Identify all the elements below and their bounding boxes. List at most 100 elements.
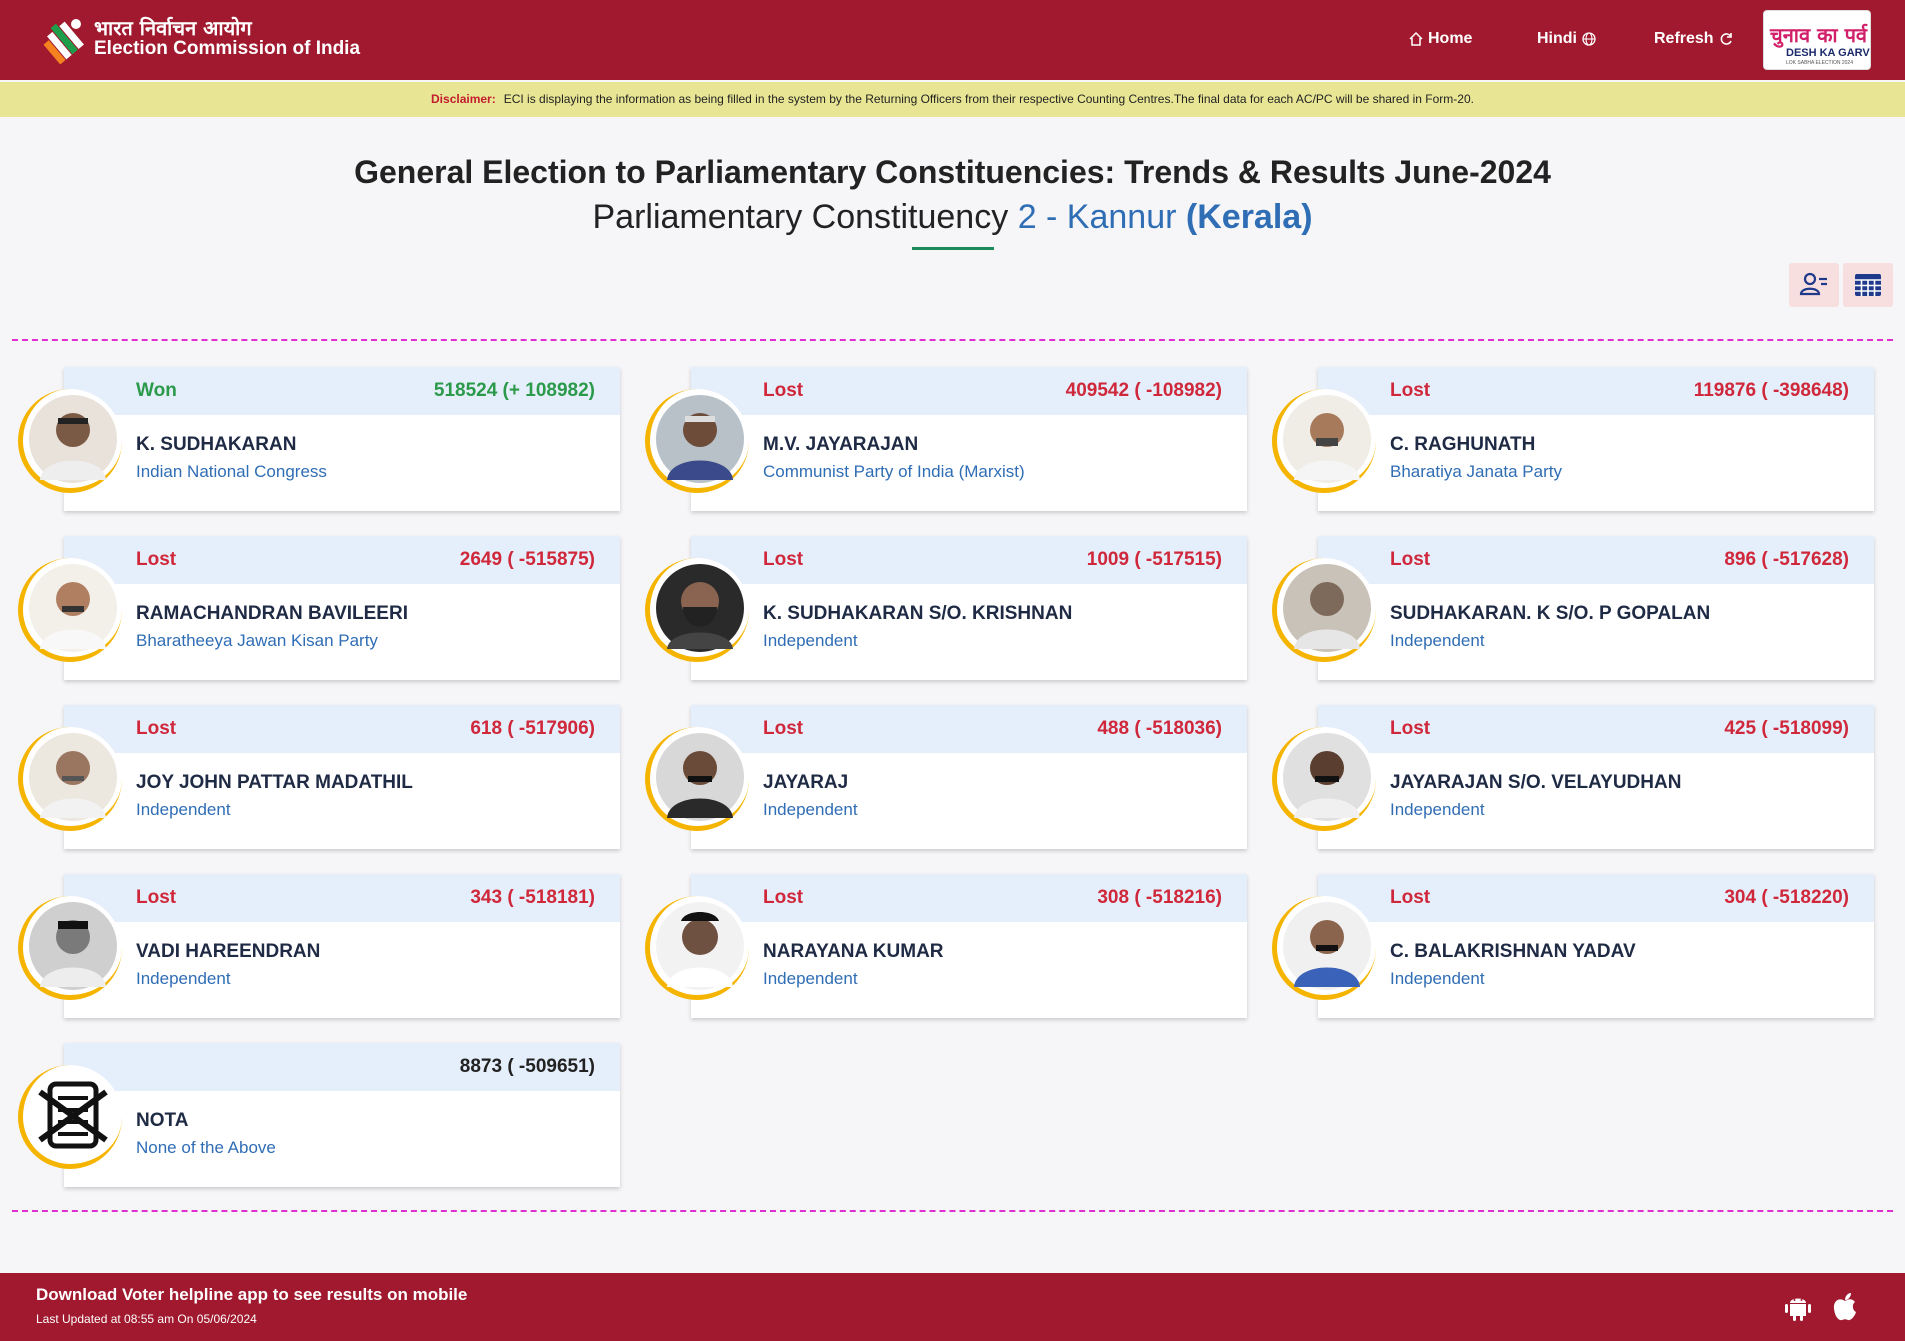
eci-logo-icon — [43, 19, 84, 64]
disclaimer-text: ECI is displaying the information as bei… — [503, 92, 1474, 106]
person-icon — [655, 394, 744, 483]
constituency-name: 2 - Kannur — [1017, 198, 1177, 236]
result-status: Lost — [136, 549, 177, 570]
candidate-photo — [18, 389, 122, 493]
vote-count: 618 ( -517906) — [470, 718, 595, 739]
candidate-photo — [645, 389, 749, 493]
person-icon — [28, 901, 117, 990]
download-app-text: Download Voter helpline app to see resul… — [36, 1285, 468, 1304]
candidate-photo — [1272, 896, 1376, 1000]
person-icon — [655, 901, 744, 990]
party-name: Communist Party of India (Marxist) — [763, 462, 1025, 481]
result-status: Lost — [136, 718, 177, 739]
candidate-name: JAYARAJAN S/O. VELAYUDHAN — [1390, 772, 1682, 793]
person-icon — [1282, 732, 1371, 821]
party-name: Independent — [1390, 969, 1485, 988]
candidate-card[interactable]: Lost 308 ( -518216) NARAYANA KUMAR Indep… — [645, 874, 1247, 1018]
brand-hindi: भारत निर्वाचन आयोग — [94, 16, 252, 40]
candidate-name: C. RAGHUNATH — [1390, 434, 1536, 455]
nav-refresh-label: Refresh — [1654, 30, 1714, 47]
party-name: Independent — [763, 800, 858, 819]
candidate-card[interactable]: Lost 1009 ( -517515) K. SUDHAKARAN S/O. … — [645, 536, 1247, 680]
person-icon — [1282, 394, 1371, 483]
vote-count: 304 ( -518220) — [1724, 887, 1849, 908]
constituency-title: Parliamentary Constituency 2 - Kannur (K… — [0, 198, 1905, 237]
badge-english-text: DESH KA GARV — [1786, 47, 1870, 59]
party-name: Independent — [136, 800, 231, 819]
party-name: Independent — [763, 631, 858, 650]
title-underline — [912, 247, 994, 250]
nav-hindi-link[interactable]: Hindi — [1537, 30, 1597, 48]
refresh-icon — [1720, 33, 1732, 45]
nav-home-link[interactable]: Home — [1408, 30, 1472, 48]
vote-count: 425 ( -518099) — [1724, 718, 1849, 739]
apple-icon[interactable] — [1829, 1291, 1861, 1323]
vote-count: 488 ( -518036) — [1097, 718, 1222, 739]
candidate-photo — [1272, 558, 1376, 662]
candidate-name: NARAYANA KUMAR — [763, 941, 944, 962]
candidate-card[interactable]: Lost 488 ( -518036) JAYARAJ Independent — [645, 705, 1247, 849]
badge-sub-text: LOK SABHA ELECTION 2024 — [1786, 60, 1853, 66]
party-name: Independent — [763, 969, 858, 988]
person-icon — [1282, 563, 1371, 652]
result-status: Lost — [763, 549, 804, 570]
state-name: (Kerala) — [1185, 198, 1313, 236]
nota-card[interactable]: 8873 ( -509651) NOTA None of the Above — [18, 1043, 620, 1187]
candidate-name: JAYARAJ — [763, 772, 849, 793]
nota-cross-icon — [28, 1070, 117, 1159]
candidate-card[interactable]: Lost 425 ( -518099) JAYARAJAN S/O. VELAY… — [1272, 705, 1874, 849]
last-updated-text: Last Updated at 08:55 am On 05/06/2024 — [36, 1312, 257, 1326]
person-icon — [1282, 901, 1371, 990]
person-icon — [655, 563, 744, 652]
vote-count: 343 ( -518181) — [470, 887, 595, 908]
nav-hindi-label: Hindi — [1537, 30, 1577, 47]
table-grid-icon — [1855, 274, 1881, 296]
result-status: Won — [136, 380, 177, 401]
party-name: Bharatheeya Jawan Kisan Party — [136, 631, 378, 650]
disclaimer-bar: Disclaimer: ECI is displaying the informa… — [0, 82, 1905, 117]
candidate-card[interactable]: Lost 896 ( -517628) SUDHAKARAN. K S/O. P… — [1272, 536, 1874, 680]
candidate-name: M.V. JAYARAJAN — [763, 434, 919, 455]
vote-count: 119876 ( -398648) — [1693, 380, 1849, 401]
result-status: Lost — [1390, 380, 1431, 401]
candidate-photo — [1272, 389, 1376, 493]
candidate-name: NOTA — [136, 1110, 189, 1131]
candidate-card[interactable]: Lost 343 ( -518181) VADI HAREENDRAN Inde… — [18, 874, 620, 1018]
globe-icon — [1582, 32, 1596, 46]
nota-symbol — [18, 1065, 122, 1169]
result-status: Lost — [1390, 887, 1431, 908]
candidate-card[interactable]: Lost 304 ( -518220) C. BALAKRISHNAN YADA… — [1272, 874, 1874, 1018]
vote-count: 518524 (+ 108982) — [433, 380, 595, 401]
candidate-photo — [18, 727, 122, 831]
candidate-card[interactable]: Lost 618 ( -517906) JOY JOHN PATTAR MADA… — [18, 705, 620, 849]
party-name: Independent — [136, 969, 231, 988]
vote-count: 2649 ( -515875) — [459, 549, 595, 570]
nav-refresh-link[interactable]: Refresh — [1654, 30, 1734, 48]
person-icon — [28, 394, 117, 483]
user-list-icon — [1799, 272, 1827, 296]
candidate-card[interactable]: Won 518524 (+ 108982) K. SUDHAKARAN Indi… — [18, 367, 620, 511]
divider-top — [12, 339, 1893, 341]
vote-count: 1009 ( -517515) — [1086, 549, 1222, 570]
candidate-photo — [645, 727, 749, 831]
candidate-card[interactable]: Lost 119876 ( -398648) C. RAGHUNATH Bhar… — [1272, 367, 1874, 511]
person-icon — [28, 732, 117, 821]
card-view-button[interactable] — [1789, 263, 1839, 307]
table-view-button[interactable] — [1843, 263, 1893, 307]
page-title: General Election to Parliamentary Consti… — [354, 154, 1551, 190]
result-status: Lost — [1390, 549, 1431, 570]
brand-english: Election Commission of India — [94, 38, 361, 59]
candidate-name: JOY JOHN PATTAR MADATHIL — [136, 772, 413, 793]
constituency-prefix: Parliamentary Constituency — [592, 198, 1009, 236]
candidate-name: RAMACHANDRAN BAVILEERI — [136, 603, 408, 624]
candidate-card[interactable]: Lost 2649 ( -515875) RAMACHANDRAN BAVILE… — [18, 536, 620, 680]
party-name: None of the Above — [136, 1138, 276, 1157]
party-name: Bharatiya Janata Party — [1390, 462, 1562, 481]
android-icon[interactable] — [1782, 1291, 1814, 1323]
candidate-photo — [1272, 727, 1376, 831]
top-bar: भारत निर्वाचन आयोग Election Commission o… — [0, 0, 1905, 80]
candidate-card[interactable]: Lost 409542 ( -108982) M.V. JAYARAJAN Co… — [645, 367, 1247, 511]
home-icon — [1409, 31, 1423, 46]
vote-count: 409542 ( -108982) — [1065, 380, 1222, 401]
desh-ka-garv-badge[interactable]: चुनाव का पर्व DESH KA GARV LOK SABHA ELE… — [1763, 10, 1871, 70]
